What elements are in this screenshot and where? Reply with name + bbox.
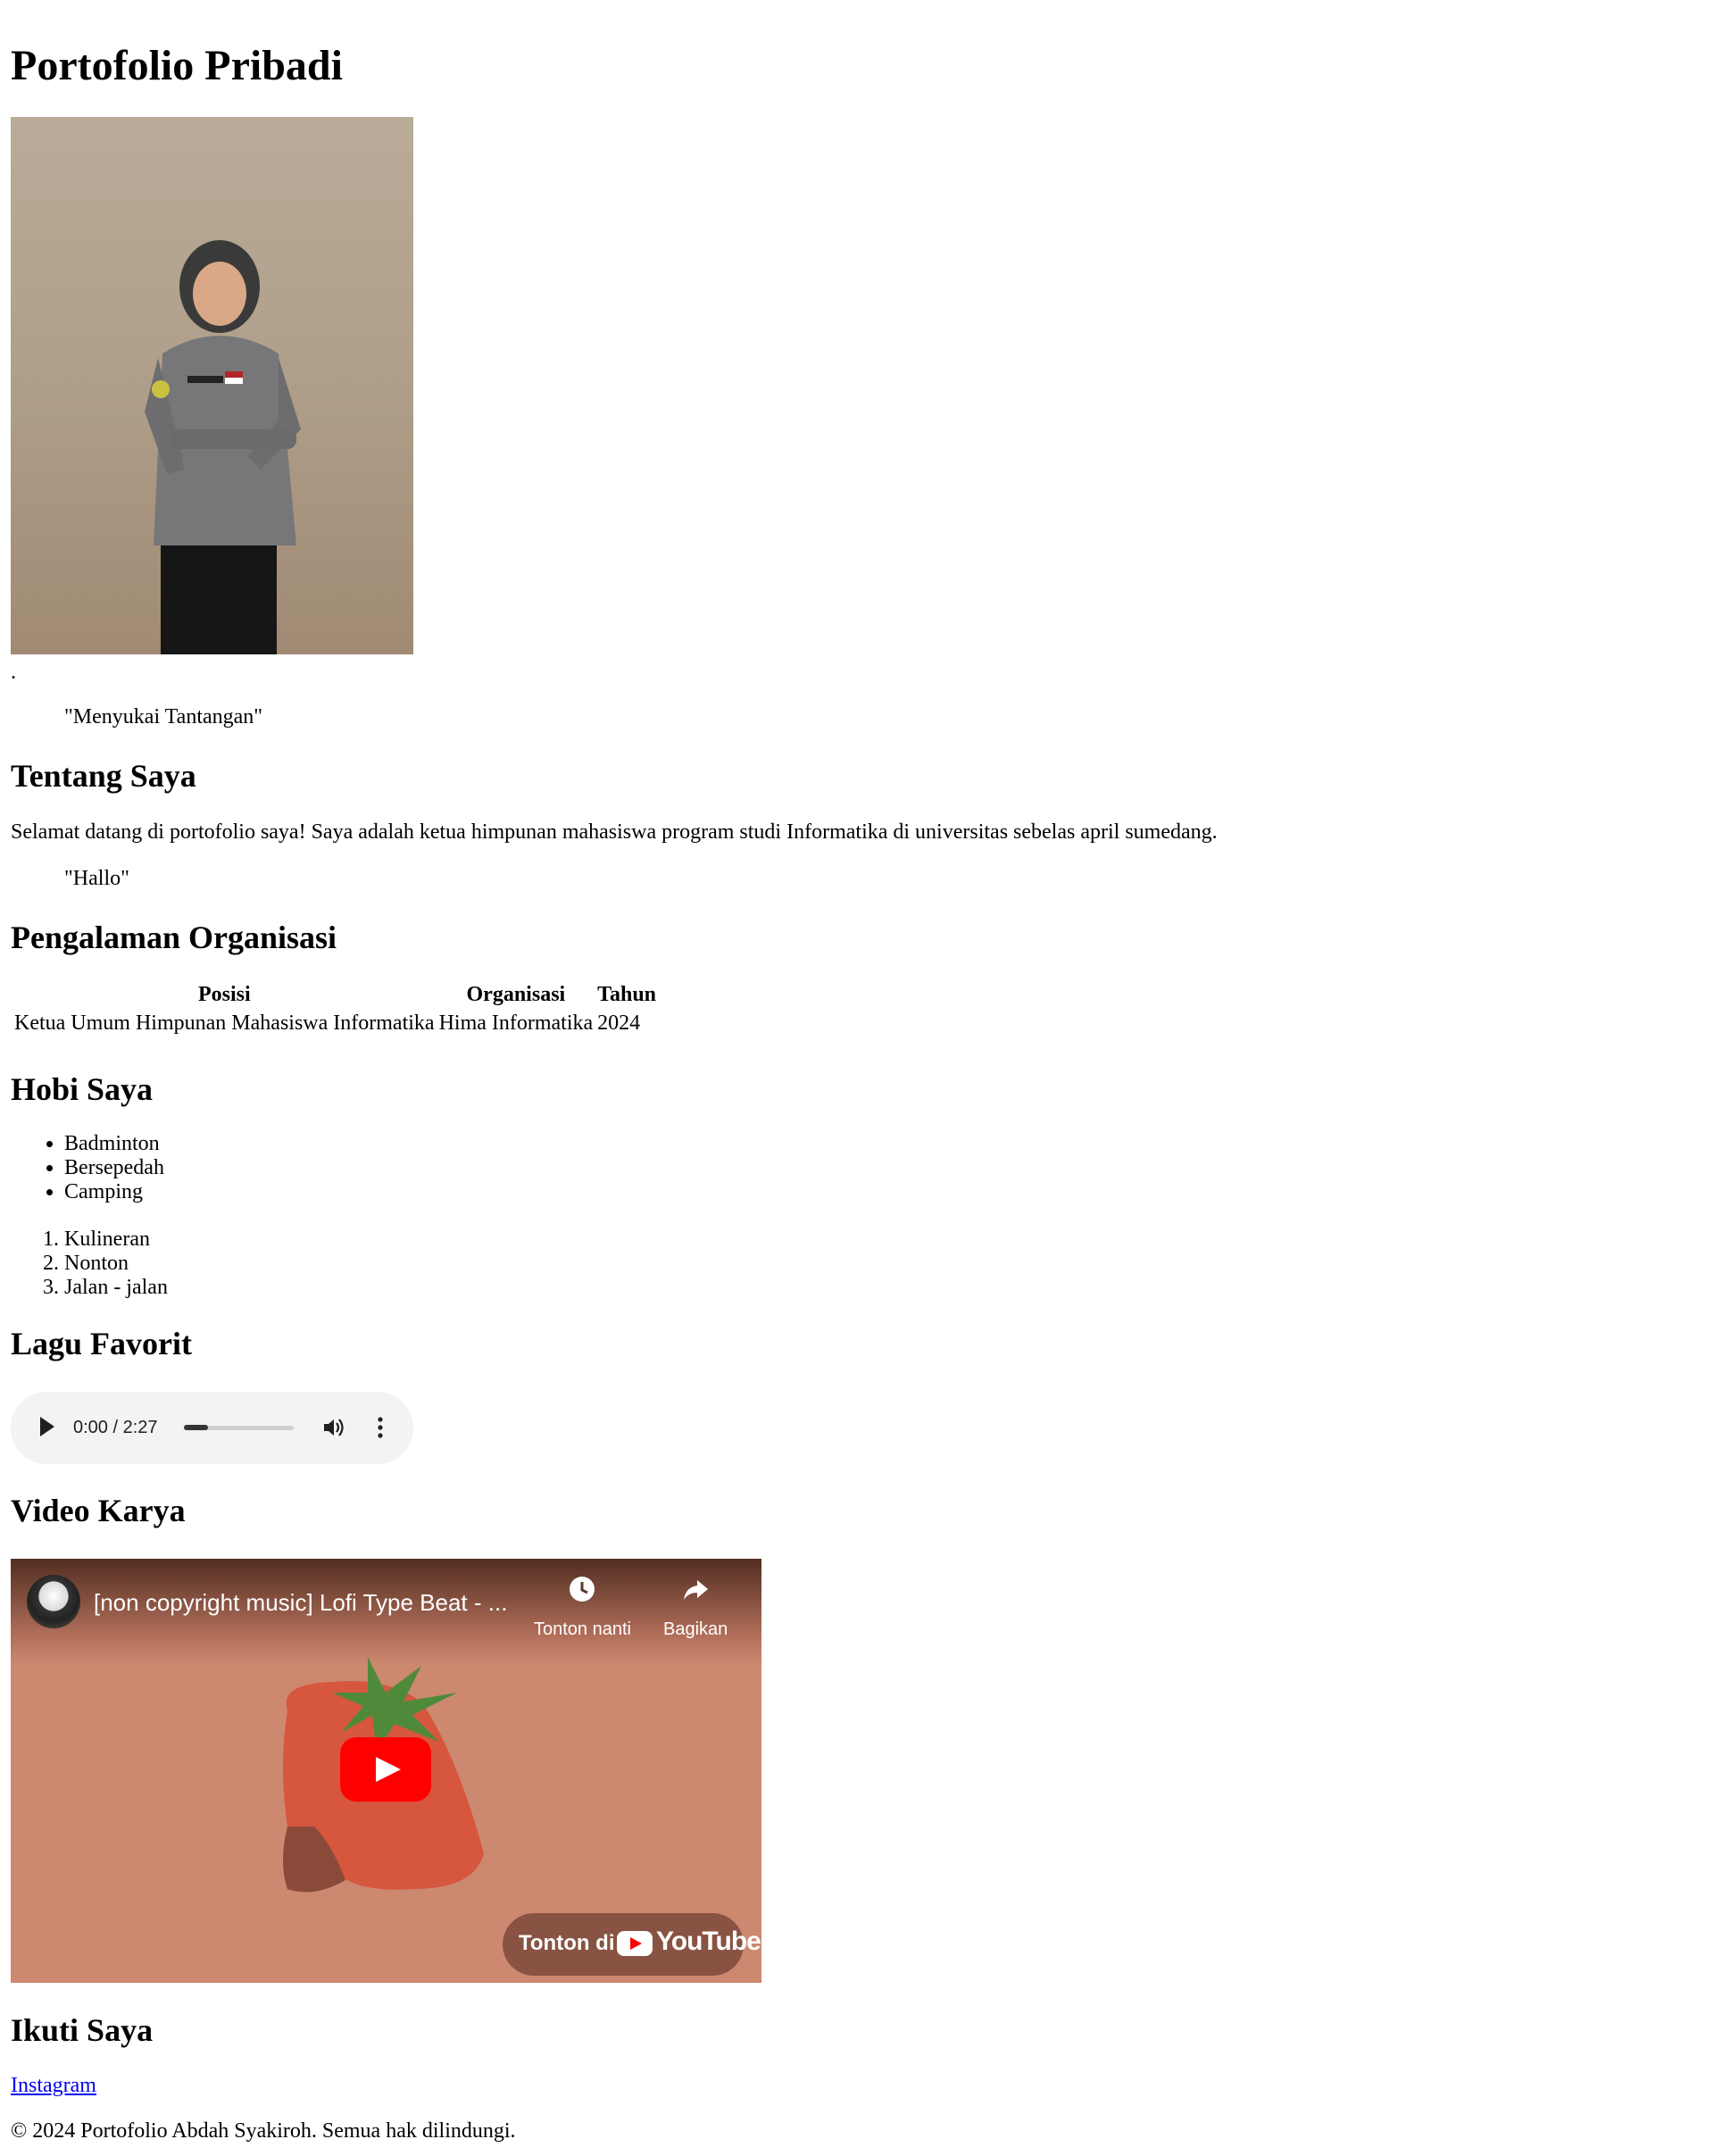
table-cell-organisasi: Hima Informatika [438, 1011, 594, 1035]
table-header-row: Posisi Organisasi Tahun [13, 982, 657, 1008]
share-icon [684, 1580, 709, 1600]
hobby-list-ordered: Kulineran Nonton Jalan - jalan [11, 1228, 168, 1300]
footer-text: © 2024 Portofolio Abdah Syakiroh. Semua … [11, 2119, 516, 2143]
instagram-link[interactable]: Instagram [11, 2074, 96, 2098]
hobby-list-unordered: Badminton Bersepedah Camping [11, 1132, 164, 1204]
list-item: Kulineran [64, 1228, 168, 1252]
photo-caption-dot: . [11, 661, 16, 684]
video-title[interactable]: [non copyright music] Lofi Type Beat - .… [94, 1589, 507, 1616]
clock-icon [570, 1577, 595, 1602]
watch-on-youtube-button[interactable]: Tonton di YouTube [503, 1913, 761, 1976]
follow-heading: Ikuti Saya [11, 2012, 154, 2048]
list-item: Bersepedah [64, 1156, 164, 1180]
experience-heading: Pengalaman Organisasi [11, 920, 337, 955]
video-play-button[interactable] [340, 1737, 431, 1802]
about-heading: Tentang Saya [11, 758, 196, 794]
about-text: Selamat datang di portofolio saya! Saya … [11, 820, 1218, 844]
volume-icon[interactable] [322, 1417, 345, 1438]
list-item: Jalan - jalan [64, 1276, 168, 1300]
list-item: Badminton [64, 1132, 164, 1156]
audio-seek-bar[interactable] [184, 1425, 294, 1430]
list-item: Camping [64, 1180, 164, 1204]
about-quote: "Hallo" [64, 867, 129, 890]
hobbies-heading: Hobi Saya [11, 1071, 154, 1107]
more-options-icon[interactable] [377, 1416, 384, 1439]
tagline-quote: "Menyukai Tantangan" [64, 705, 263, 728]
audio-time: 0:00 / 2:27 [73, 1418, 158, 1437]
column-header-organisasi: Organisasi [466, 983, 566, 1006]
video-embed[interactable]: [non copyright music] Lofi Type Beat - .… [11, 1559, 761, 1983]
table-cell-tahun: 2024 [597, 1011, 641, 1035]
youtube-logo-icon [617, 1931, 653, 1956]
audio-player: 0:00 / 2:27 [11, 1392, 413, 1464]
table-cell-posisi: Ketua Umum Himpunan Mahasiswa Informatik… [14, 1011, 435, 1035]
channel-avatar[interactable] [27, 1575, 80, 1628]
watch-later-button[interactable]: Tonton nanti [534, 1575, 631, 1642]
table-row: Ketua Umum Himpunan Mahasiswa Informatik… [13, 1011, 657, 1036]
video-heading: Video Karya [11, 1493, 186, 1528]
share-button[interactable]: Bagikan [663, 1575, 728, 1642]
youtube-wordmark: YouTube [656, 1927, 761, 1956]
experience-table: Posisi Organisasi Tahun Ketua Umum Himpu… [11, 979, 660, 1039]
list-item: Nonton [64, 1252, 168, 1276]
page-title: Portofolio Pribadi [11, 42, 343, 89]
watch-on-label: Tonton di [519, 1931, 615, 1955]
audio-progress-fill [184, 1425, 209, 1430]
column-header-tahun: Tahun [597, 983, 657, 1006]
play-icon[interactable] [40, 1417, 54, 1436]
song-heading: Lagu Favorit [11, 1326, 192, 1361]
column-header-posisi: Posisi [197, 983, 251, 1006]
watch-later-label: Tonton nanti [534, 1619, 631, 1639]
profile-photo [11, 117, 413, 654]
share-label: Bagikan [663, 1619, 728, 1639]
